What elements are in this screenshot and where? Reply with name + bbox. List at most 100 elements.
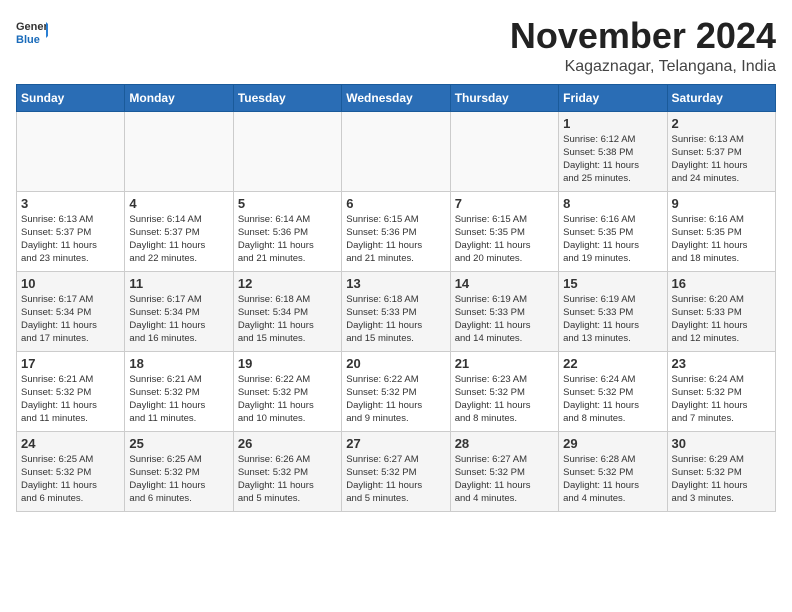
calendar-body: 1 Sunrise: 6:12 AM Sunset: 5:38 PM Daylig… xyxy=(17,111,776,511)
calendar-cell: 19 Sunrise: 6:22 AM Sunset: 5:32 PM Dayli… xyxy=(233,351,341,431)
day-info: Sunrise: 6:19 AM Sunset: 5:33 PM Dayligh… xyxy=(455,293,554,346)
calendar-cell: 26 Sunrise: 6:26 AM Sunset: 5:32 PM Dayli… xyxy=(233,431,341,511)
day-info: Sunrise: 6:25 AM Sunset: 5:32 PM Dayligh… xyxy=(129,453,228,506)
calendar-cell: 29 Sunrise: 6:28 AM Sunset: 5:32 PM Dayli… xyxy=(559,431,667,511)
calendar-cell: 30 Sunrise: 6:29 AM Sunset: 5:32 PM Dayli… xyxy=(667,431,775,511)
calendar-cell: 14Sunrise: 6:19 AM Sunset: 5:33 PM Dayli… xyxy=(450,271,558,351)
day-number: 18 xyxy=(129,356,228,371)
day-info: Sunrise: 6:14 AM Sunset: 5:36 PM Dayligh… xyxy=(238,213,337,266)
day-number: 20 xyxy=(346,356,445,371)
day-number: 24 xyxy=(21,436,120,451)
calendar-cell: 23Sunrise: 6:24 AM Sunset: 5:32 PM Dayli… xyxy=(667,351,775,431)
calendar-cell xyxy=(125,111,233,191)
weekday-monday: Monday xyxy=(125,84,233,111)
calendar-cell: 20 Sunrise: 6:22 AM Sunset: 5:32 PM Dayli… xyxy=(342,351,450,431)
month-title: November 2024 xyxy=(510,16,776,56)
day-number: 22 xyxy=(563,356,662,371)
day-info: Sunrise: 6:17 AM Sunset: 5:34 PM Dayligh… xyxy=(21,293,120,346)
calendar-cell: 17 Sunrise: 6:21 AM Sunset: 5:32 PM Dayli… xyxy=(17,351,125,431)
week-row-5: 24 Sunrise: 6:25 AM Sunset: 5:32 PM Dayli… xyxy=(17,431,776,511)
title-area: November 2024 Kagaznagar, Telangana, Ind… xyxy=(510,16,776,76)
calendar-cell: 28Sunrise: 6:27 AM Sunset: 5:32 PM Dayli… xyxy=(450,431,558,511)
calendar-cell xyxy=(450,111,558,191)
day-number: 17 xyxy=(21,356,120,371)
day-info: Sunrise: 6:25 AM Sunset: 5:32 PM Dayligh… xyxy=(21,453,120,506)
location-subtitle: Kagaznagar, Telangana, India xyxy=(510,58,776,76)
day-number: 7 xyxy=(455,196,554,211)
header: General Blue November 2024 Kagaznagar, T… xyxy=(16,16,776,76)
day-number: 10 xyxy=(21,276,120,291)
weekday-tuesday: Tuesday xyxy=(233,84,341,111)
svg-text:General: General xyxy=(16,21,48,33)
calendar-cell: 24 Sunrise: 6:25 AM Sunset: 5:32 PM Dayli… xyxy=(17,431,125,511)
day-info: Sunrise: 6:13 AM Sunset: 5:37 PM Dayligh… xyxy=(672,133,771,186)
day-info: Sunrise: 6:16 AM Sunset: 5:35 PM Dayligh… xyxy=(563,213,662,266)
calendar-cell: 9Sunrise: 6:16 AM Sunset: 5:35 PM Daylig… xyxy=(667,191,775,271)
day-info: Sunrise: 6:22 AM Sunset: 5:32 PM Dayligh… xyxy=(346,373,445,426)
calendar-cell: 1 Sunrise: 6:12 AM Sunset: 5:38 PM Daylig… xyxy=(559,111,667,191)
day-info: Sunrise: 6:23 AM Sunset: 5:32 PM Dayligh… xyxy=(455,373,554,426)
day-number: 12 xyxy=(238,276,337,291)
calendar-table: SundayMondayTuesdayWednesdayThursdayFrid… xyxy=(16,84,776,512)
day-number: 6 xyxy=(346,196,445,211)
day-info: Sunrise: 6:16 AM Sunset: 5:35 PM Dayligh… xyxy=(672,213,771,266)
day-number: 13 xyxy=(346,276,445,291)
calendar-cell xyxy=(17,111,125,191)
day-info: Sunrise: 6:29 AM Sunset: 5:32 PM Dayligh… xyxy=(672,453,771,506)
day-number: 23 xyxy=(672,356,771,371)
day-number: 21 xyxy=(455,356,554,371)
day-info: Sunrise: 6:18 AM Sunset: 5:33 PM Dayligh… xyxy=(346,293,445,346)
day-number: 19 xyxy=(238,356,337,371)
week-row-4: 17 Sunrise: 6:21 AM Sunset: 5:32 PM Dayli… xyxy=(17,351,776,431)
weekday-saturday: Saturday xyxy=(667,84,775,111)
week-row-3: 10 Sunrise: 6:17 AM Sunset: 5:34 PM Dayli… xyxy=(17,271,776,351)
day-number: 5 xyxy=(238,196,337,211)
calendar-cell: 11 Sunrise: 6:17 AM Sunset: 5:34 PM Dayli… xyxy=(125,271,233,351)
day-info: Sunrise: 6:21 AM Sunset: 5:32 PM Dayligh… xyxy=(129,373,228,426)
calendar-cell: 16Sunrise: 6:20 AM Sunset: 5:33 PM Dayli… xyxy=(667,271,775,351)
day-info: Sunrise: 6:18 AM Sunset: 5:34 PM Dayligh… xyxy=(238,293,337,346)
calendar-cell xyxy=(342,111,450,191)
day-number: 2 xyxy=(672,116,771,131)
calendar-header: SundayMondayTuesdayWednesdayThursdayFrid… xyxy=(17,84,776,111)
weekday-thursday: Thursday xyxy=(450,84,558,111)
day-info: Sunrise: 6:19 AM Sunset: 5:33 PM Dayligh… xyxy=(563,293,662,346)
calendar-cell: 21 Sunrise: 6:23 AM Sunset: 5:32 PM Dayli… xyxy=(450,351,558,431)
calendar-cell: 3Sunrise: 6:13 AM Sunset: 5:37 PM Daylig… xyxy=(17,191,125,271)
logo: General Blue xyxy=(16,16,48,48)
day-info: Sunrise: 6:27 AM Sunset: 5:32 PM Dayligh… xyxy=(346,453,445,506)
calendar-cell: 22Sunrise: 6:24 AM Sunset: 5:32 PM Dayli… xyxy=(559,351,667,431)
day-number: 30 xyxy=(672,436,771,451)
day-info: Sunrise: 6:21 AM Sunset: 5:32 PM Dayligh… xyxy=(21,373,120,426)
day-info: Sunrise: 6:28 AM Sunset: 5:32 PM Dayligh… xyxy=(563,453,662,506)
calendar-cell: 13 Sunrise: 6:18 AM Sunset: 5:33 PM Dayli… xyxy=(342,271,450,351)
day-number: 8 xyxy=(563,196,662,211)
day-number: 28 xyxy=(455,436,554,451)
day-info: Sunrise: 6:26 AM Sunset: 5:32 PM Dayligh… xyxy=(238,453,337,506)
calendar-cell: 6 Sunrise: 6:15 AM Sunset: 5:36 PM Daylig… xyxy=(342,191,450,271)
calendar-cell: 15 Sunrise: 6:19 AM Sunset: 5:33 PM Dayli… xyxy=(559,271,667,351)
weekday-friday: Friday xyxy=(559,84,667,111)
day-info: Sunrise: 6:15 AM Sunset: 5:35 PM Dayligh… xyxy=(455,213,554,266)
day-number: 26 xyxy=(238,436,337,451)
weekday-sunday: Sunday xyxy=(17,84,125,111)
weekday-wednesday: Wednesday xyxy=(342,84,450,111)
day-number: 27 xyxy=(346,436,445,451)
day-number: 15 xyxy=(563,276,662,291)
day-number: 11 xyxy=(129,276,228,291)
calendar-cell: 4Sunrise: 6:14 AM Sunset: 5:37 PM Daylig… xyxy=(125,191,233,271)
day-info: Sunrise: 6:12 AM Sunset: 5:38 PM Dayligh… xyxy=(563,133,662,186)
calendar-cell: 12 Sunrise: 6:18 AM Sunset: 5:34 PM Dayli… xyxy=(233,271,341,351)
calendar-cell: 27 Sunrise: 6:27 AM Sunset: 5:32 PM Dayli… xyxy=(342,431,450,511)
day-number: 29 xyxy=(563,436,662,451)
calendar-cell: 10 Sunrise: 6:17 AM Sunset: 5:34 PM Dayli… xyxy=(17,271,125,351)
day-number: 1 xyxy=(563,116,662,131)
day-info: Sunrise: 6:15 AM Sunset: 5:36 PM Dayligh… xyxy=(346,213,445,266)
day-info: Sunrise: 6:20 AM Sunset: 5:33 PM Dayligh… xyxy=(672,293,771,346)
svg-text:Blue: Blue xyxy=(16,34,40,46)
calendar-cell: 2 Sunrise: 6:13 AM Sunset: 5:37 PM Daylig… xyxy=(667,111,775,191)
day-info: Sunrise: 6:22 AM Sunset: 5:32 PM Dayligh… xyxy=(238,373,337,426)
day-info: Sunrise: 6:17 AM Sunset: 5:34 PM Dayligh… xyxy=(129,293,228,346)
week-row-1: 1 Sunrise: 6:12 AM Sunset: 5:38 PM Daylig… xyxy=(17,111,776,191)
day-number: 3 xyxy=(21,196,120,211)
